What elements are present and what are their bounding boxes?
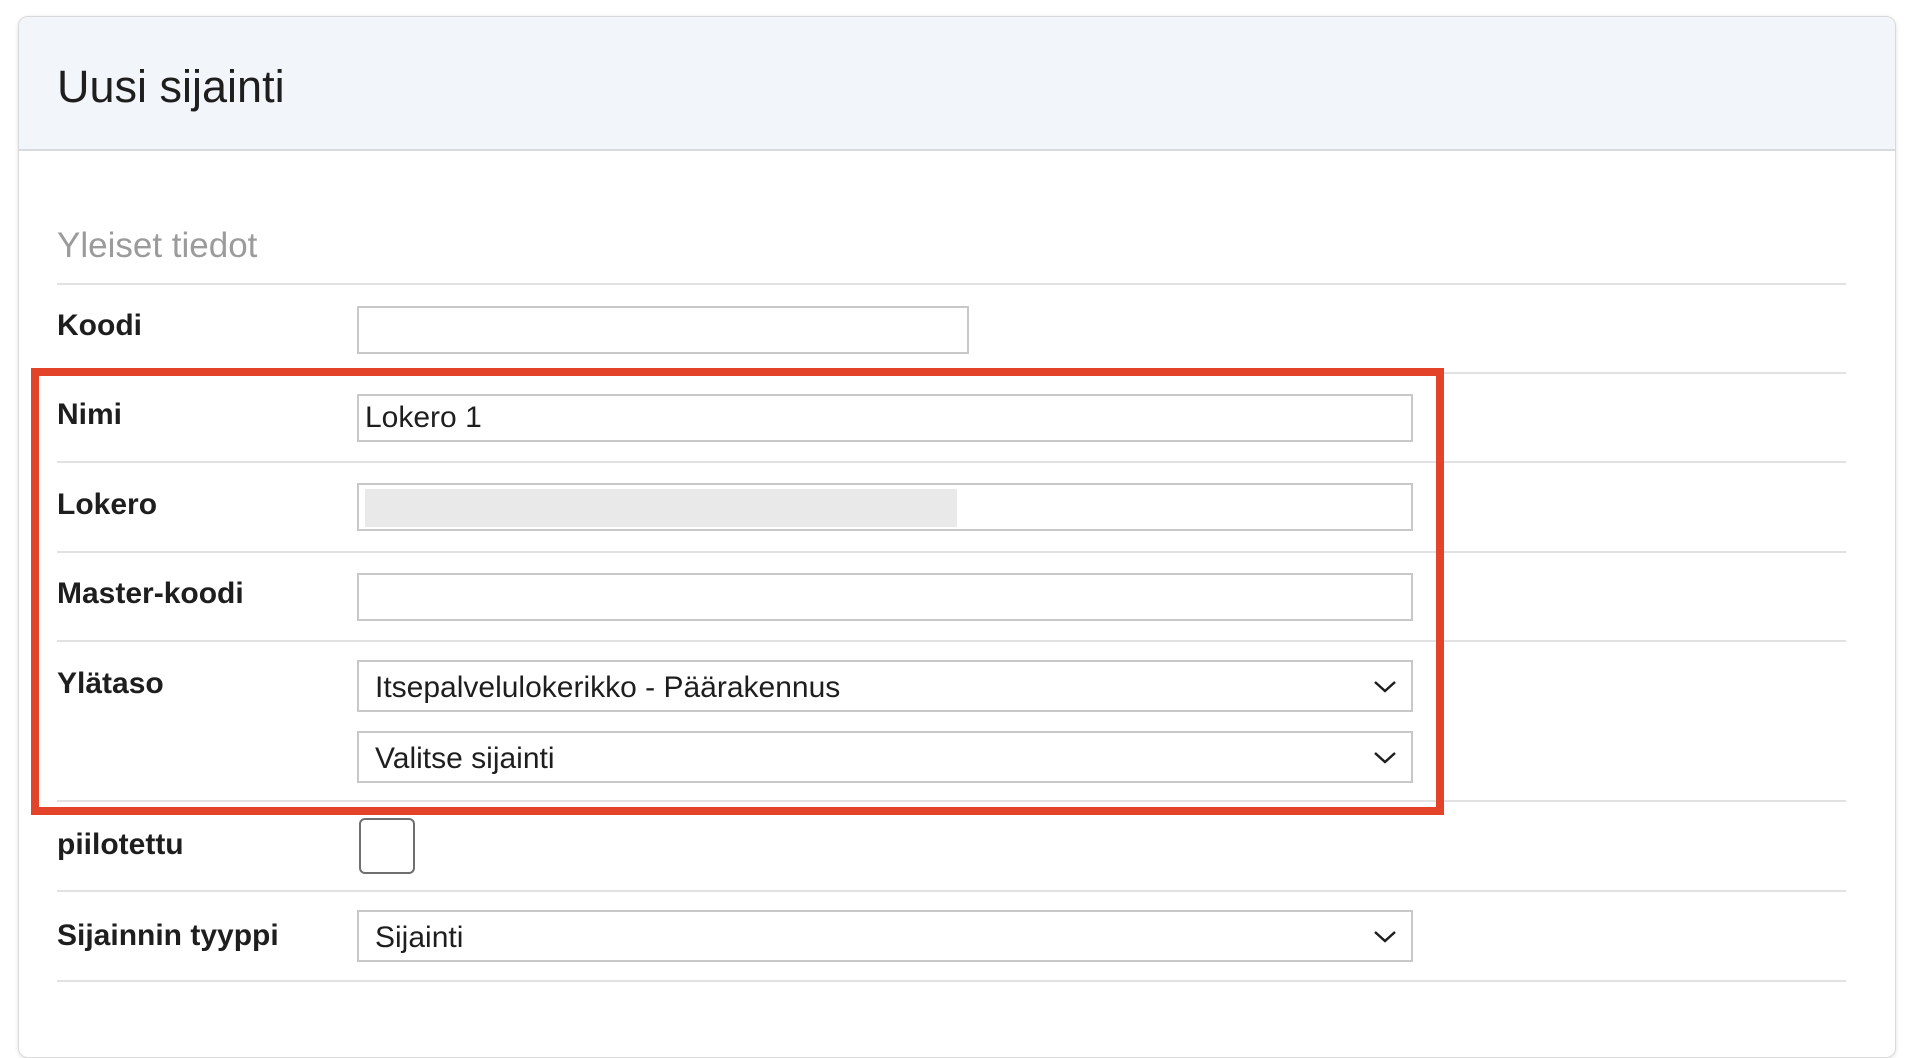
card-header: Uusi sijainti <box>19 17 1895 151</box>
parent-level-select[interactable]: Itsepalvelulokerikko - Päärakennus <box>357 660 1413 712</box>
redacted-value <box>365 489 957 527</box>
select-value: Sijainti <box>375 921 464 954</box>
select-value: Itsepalvelulokerikko - Päärakennus <box>375 671 841 704</box>
page-title: Uusi sijainti <box>57 61 285 112</box>
divider <box>57 640 1846 642</box>
new-location-card: Uusi sijainti Yleiset tiedot Koodi Nimi … <box>18 16 1896 1058</box>
locker-label: Lokero <box>57 488 158 521</box>
divider <box>57 283 1846 285</box>
location-type-select[interactable]: Sijainti <box>357 910 1413 962</box>
location-select[interactable]: Valitse sijainti <box>357 731 1413 783</box>
divider <box>57 800 1846 802</box>
select-value: Valitse sijainti <box>375 742 555 775</box>
name-input[interactable] <box>357 394 1413 442</box>
name-label: Nimi <box>57 398 123 431</box>
parent-level-label: Ylätaso <box>57 667 164 700</box>
master-code-input[interactable] <box>357 573 1413 621</box>
code-label: Koodi <box>57 309 142 342</box>
section-title: Yleiset tiedot <box>57 226 258 265</box>
divider <box>57 980 1846 982</box>
location-type-label: Sijainnin tyyppi <box>57 919 279 952</box>
chevron-down-icon <box>1374 681 1396 693</box>
divider <box>57 890 1846 892</box>
hidden-label: piilotettu <box>57 828 184 861</box>
chevron-down-icon <box>1374 931 1396 943</box>
divider <box>57 372 1846 374</box>
hidden-checkbox[interactable] <box>359 818 415 874</box>
master-code-label: Master-koodi <box>57 577 244 610</box>
divider <box>57 461 1846 463</box>
chevron-down-icon <box>1374 752 1396 764</box>
divider <box>57 551 1846 553</box>
code-input[interactable] <box>357 306 969 354</box>
locker-input[interactable] <box>357 483 1413 531</box>
